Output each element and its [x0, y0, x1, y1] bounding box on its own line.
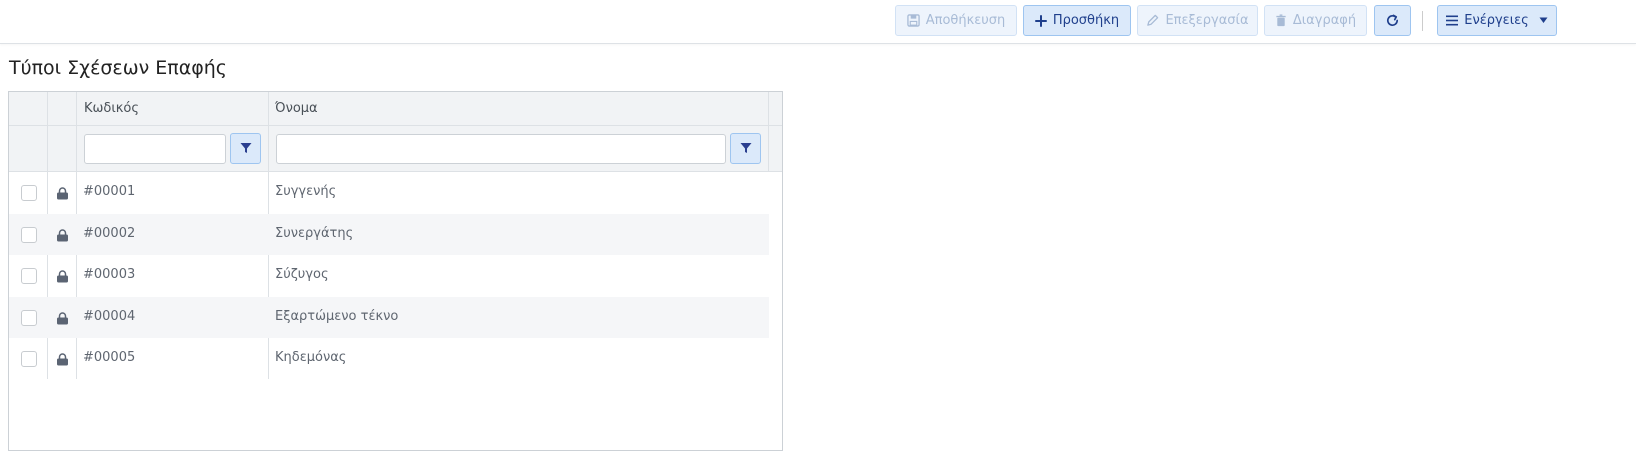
floppy-icon: [906, 14, 920, 27]
row-checkbox[interactable]: [21, 309, 37, 326]
row-name: Συγγενής: [275, 184, 337, 199]
row-code: #00003: [83, 267, 136, 282]
add-button-label: Προσθήκη: [1052, 13, 1120, 28]
row-checkbox[interactable]: [21, 185, 37, 201]
trash-icon: [1275, 14, 1287, 27]
column-header-name[interactable]: Όνομα: [275, 101, 318, 116]
menu-icon: [1446, 15, 1459, 26]
lock-icon: [56, 185, 69, 204]
row-code: #00005: [83, 350, 136, 365]
add-button[interactable]: Προσθήκη: [1023, 5, 1131, 36]
table-row[interactable]: #00003 Σύζυγος: [9, 255, 769, 297]
row-code: #00001: [83, 184, 136, 199]
filter-icon: [740, 139, 752, 158]
name-filter-button[interactable]: [730, 133, 761, 164]
caret-down-icon: [1539, 17, 1548, 24]
row-name: Συνεργάτης: [275, 225, 354, 241]
data-grid: Κωδικός Όνομα #00001 Συγγενής #00002 Συν…: [8, 91, 783, 451]
refresh-button[interactable]: [1374, 5, 1411, 36]
table-row[interactable]: #00004 Εξαρτώμενο τέκνο: [9, 296, 769, 338]
lock-icon: [56, 268, 69, 287]
code-filter-input[interactable]: [84, 134, 226, 164]
delete-button-label: Διαγραφή: [1292, 13, 1357, 28]
refresh-icon: [1385, 13, 1400, 28]
save-button-label: Αποθήκευση: [925, 13, 1006, 28]
lock-icon: [56, 227, 69, 246]
row-checkbox[interactable]: [21, 351, 37, 367]
row-code: #00004: [83, 308, 136, 324]
page-title: Τύποι Σχέσεων Επαφής: [9, 57, 227, 79]
table-row[interactable]: #00002 Συνεργάτης: [9, 213, 769, 255]
code-filter-button[interactable]: [230, 133, 261, 164]
table-row[interactable]: #00001 Συγγενής: [9, 172, 769, 214]
save-button[interactable]: Αποθήκευση: [895, 5, 1017, 36]
grid-body: #00001 Συγγενής #00002 Συνεργάτης #00003…: [9, 172, 782, 380]
row-name: Σύζυγος: [275, 267, 329, 282]
grid-filter-row: [9, 126, 782, 172]
filter-icon: [240, 139, 252, 158]
edit-button[interactable]: Επεξεργασία: [1137, 5, 1258, 36]
toolbar: Αποθήκευση Προσθήκη Επεξεργασία Διαγραφή…: [0, 0, 1636, 44]
column-header-code[interactable]: Κωδικός: [84, 101, 139, 116]
actions-button-label: Ενέργειες: [1464, 13, 1529, 28]
delete-button[interactable]: Διαγραφή: [1264, 5, 1367, 36]
name-filter-input[interactable]: [276, 134, 726, 164]
actions-dropdown-button[interactable]: Ενέργειες: [1437, 5, 1557, 36]
row-code: #00002: [83, 225, 136, 241]
edit-button-label: Επεξεργασία: [1165, 13, 1249, 28]
table-row[interactable]: #00005 Κηδεμόνας: [9, 338, 769, 380]
plus-icon: [1034, 14, 1047, 27]
pencil-icon: [1146, 14, 1159, 27]
row-checkbox[interactable]: [21, 226, 37, 243]
column-divider: [768, 92, 769, 172]
row-name: Κηδεμόνας: [275, 350, 347, 365]
lock-icon: [56, 351, 69, 370]
lock-icon: [56, 310, 69, 329]
toolbar-separator: [1422, 11, 1423, 31]
row-name: Εξαρτώμενο τέκνο: [275, 308, 399, 324]
grid-header-row: Κωδικός Όνομα: [9, 92, 782, 126]
row-checkbox[interactable]: [21, 268, 37, 284]
